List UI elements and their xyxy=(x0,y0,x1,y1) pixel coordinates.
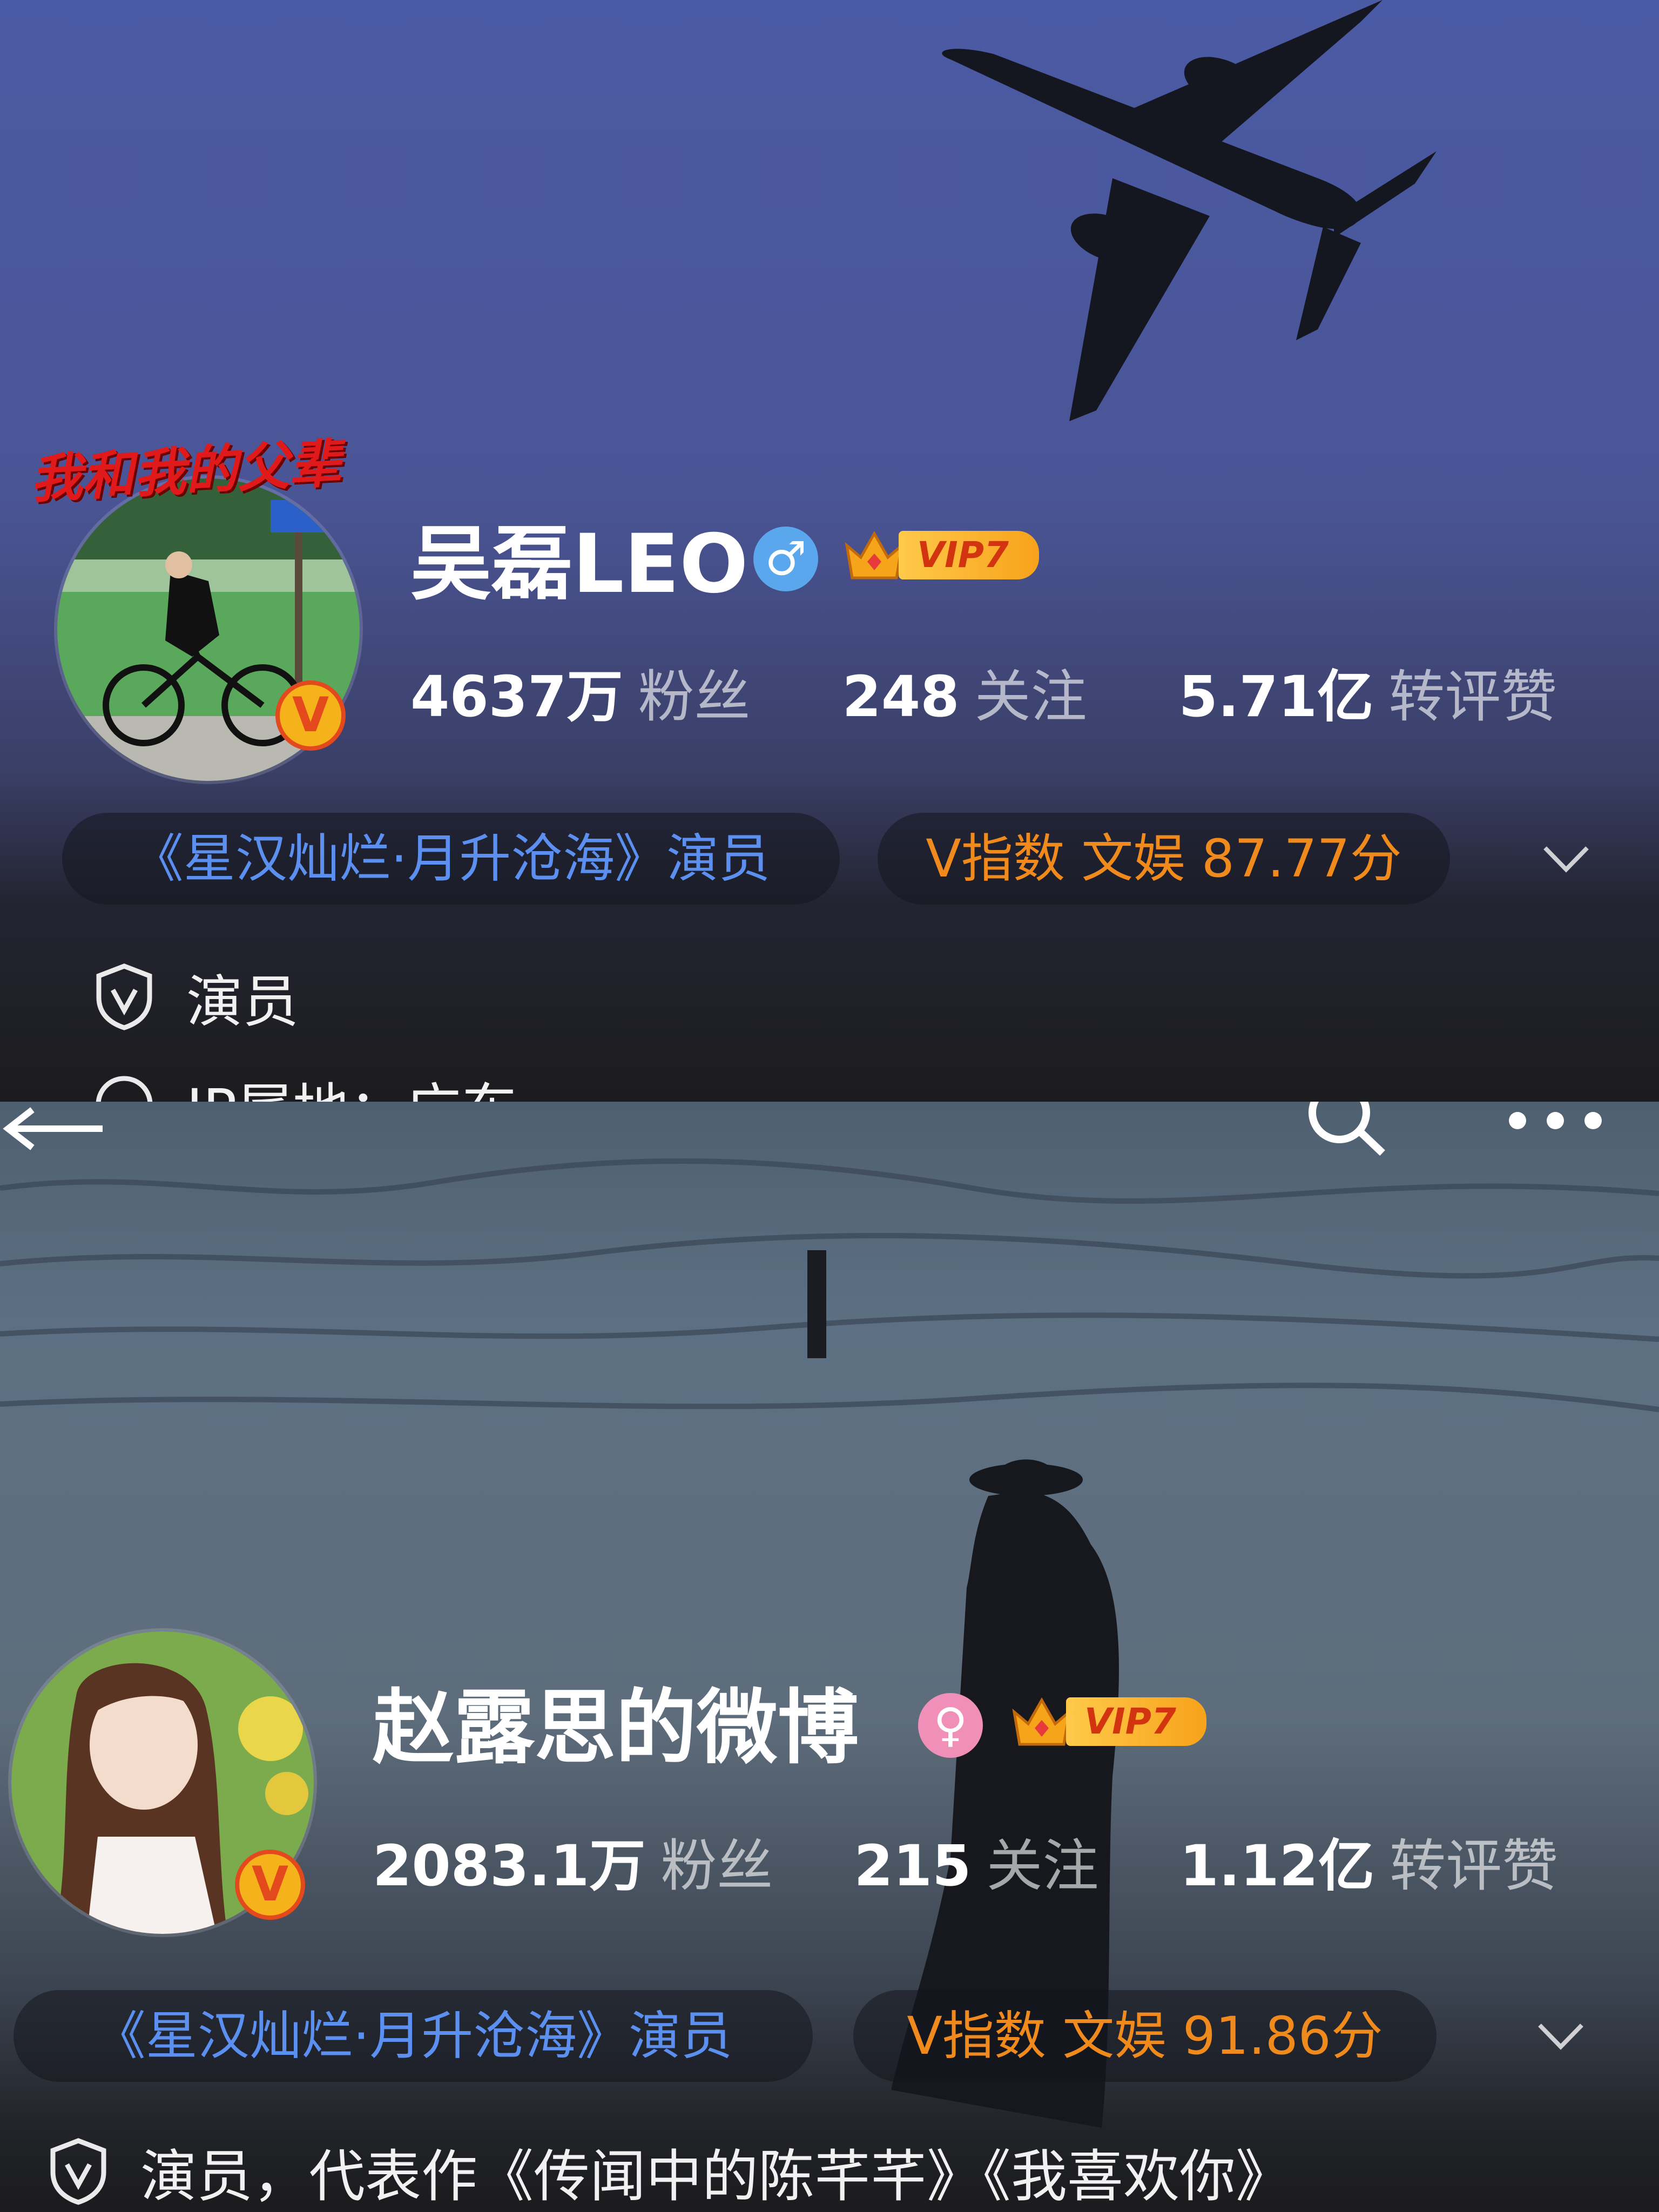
stat-label: 转评赞 xyxy=(1390,1833,1559,1899)
stat-following[interactable]: 248 关注 xyxy=(842,651,1087,732)
chevron-down-icon[interactable] xyxy=(1536,2020,1585,2052)
chevron-down-icon[interactable] xyxy=(1542,842,1590,875)
stat-followers[interactable]: 4637万 粉丝 xyxy=(410,651,750,732)
crown-icon xyxy=(1012,1697,1071,1746)
v-index-tag[interactable]: V指数 文娱 91.86分 xyxy=(853,1990,1437,2082)
stat-following[interactable]: 215 关注 xyxy=(854,1820,1098,1901)
stat-interactions[interactable]: 1.12亿 转评赞 xyxy=(1179,1820,1558,1901)
stat-label: 粉丝 xyxy=(660,1833,773,1899)
stat-label: 关注 xyxy=(986,1833,1099,1899)
stat-label: 粉丝 xyxy=(638,664,751,730)
stat-value: 248 xyxy=(842,664,960,730)
stat-interactions[interactable]: 5.71亿 转评赞 xyxy=(1179,651,1557,732)
vip-label: VIP7 xyxy=(899,531,1039,579)
ip-icon xyxy=(96,1076,153,1102)
stats-row: 2083.1万 粉丝 215 关注 1.12亿 转评赞 xyxy=(373,1820,1650,1901)
back-arrow-icon[interactable] xyxy=(0,1107,108,1156)
search-icon[interactable] xyxy=(1296,1102,1393,1156)
vip-label: VIP7 xyxy=(1066,1697,1206,1746)
profile-name: 赵露思的微博 xyxy=(373,1681,859,1775)
role-tag[interactable]: 《星汉灿烂·月升沧海》演员 xyxy=(62,813,840,905)
stats-row: 4637万 粉丝 248 关注 5.71亿 转评赞 xyxy=(410,651,1649,732)
ip-location-text: IP属地：广东 xyxy=(186,1064,517,1102)
female-icon: ♀ xyxy=(918,1693,983,1758)
role-tag[interactable]: 《星汉灿烂·月升沧海》演员 xyxy=(14,1990,813,2082)
verification-text: 演员，代表作《传闻中的陈芊芊》《我喜欢你》 xyxy=(140,2143,1292,2209)
stat-followers[interactable]: 2083.1万 粉丝 xyxy=(373,1820,773,1901)
stat-value: 5.71亿 xyxy=(1178,664,1374,730)
stat-value: 215 xyxy=(854,1833,972,1899)
stat-label: 关注 xyxy=(974,664,1087,730)
male-icon: ♂ xyxy=(753,527,818,591)
v-index-tag[interactable]: V指数 文娱 87.77分 xyxy=(878,813,1450,905)
verified-v-icon: V xyxy=(235,1850,305,1920)
stat-value: 1.12亿 xyxy=(1179,1833,1375,1899)
more-options-icon[interactable] xyxy=(1501,1107,1609,1134)
vip-badge[interactable]: VIP7 xyxy=(842,524,1039,586)
stat-value: 4637万 xyxy=(410,664,623,730)
crown-icon xyxy=(845,530,904,579)
verified-v-icon: V xyxy=(275,680,346,751)
stat-value: 2083.1万 xyxy=(373,1833,646,1899)
shield-v-icon xyxy=(50,2137,106,2205)
profile-name: 吴磊LEO xyxy=(410,517,748,611)
verification-row: 演员，代表作《传闻中的陈芊芊》《我喜欢你》 xyxy=(49,2130,1292,2212)
stat-label: 转评赞 xyxy=(1388,664,1557,730)
verification-row: 演员 xyxy=(95,956,299,1037)
profile-card-zhaolusi: V 赵露思的微博 ♀ VIP7 2083.1万 粉丝 215 关注 1.12亿 … xyxy=(0,1102,1659,2212)
shield-v-icon xyxy=(96,963,152,1030)
vip-badge[interactable]: VIP7 xyxy=(1010,1690,1206,1753)
ip-location-row: IP属地：广东 xyxy=(95,1072,517,1102)
verification-text: 演员 xyxy=(186,969,299,1035)
profile-card-wulei: 我和我的父辈 V 吴磊LEO ♂ VIP7 4637万 粉丝 248 关注 5.… xyxy=(0,0,1659,1102)
